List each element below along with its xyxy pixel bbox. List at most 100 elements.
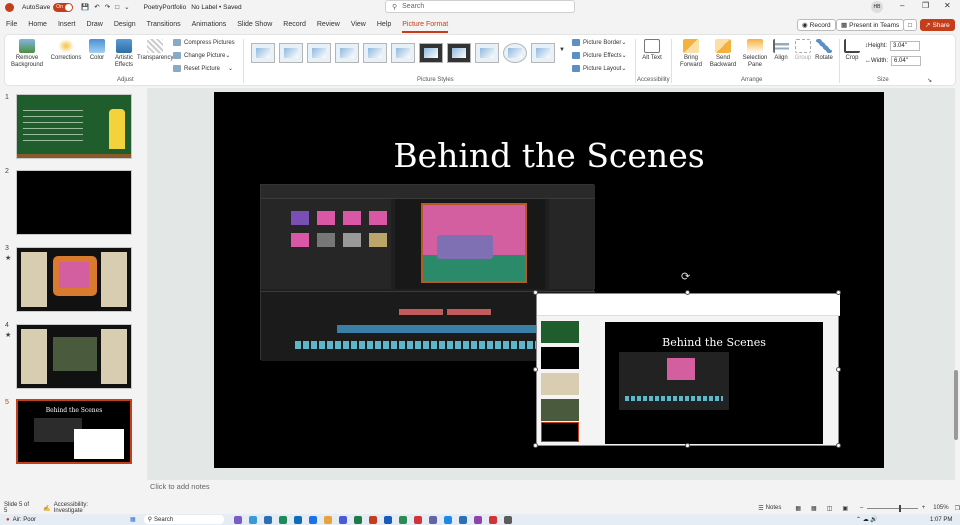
slide-thumbnail-4[interactable] <box>16 324 132 389</box>
taskbar-search[interactable]: ⚲ Search <box>143 515 224 524</box>
rotate-button[interactable]: Rotate <box>813 39 835 62</box>
taskbar-app-icon[interactable] <box>278 515 287 524</box>
picture-style-option[interactable] <box>531 43 555 63</box>
notes-button[interactable]: Notes <box>766 505 782 511</box>
taskbar-app-icon[interactable] <box>398 515 407 524</box>
align-button[interactable]: Align <box>771 39 791 62</box>
picture-style-option[interactable] <box>447 43 471 63</box>
tab-animations[interactable]: Animations <box>192 17 227 33</box>
taskbar-app-icon[interactable] <box>383 515 392 524</box>
search-box[interactable]: ⚲ Search <box>385 0 575 13</box>
crop-button[interactable]: Crop <box>841 39 863 62</box>
zoom-slider[interactable] <box>867 504 918 512</box>
present-in-teams-button[interactable]: ▩ Present in Teams <box>836 19 905 31</box>
taskbar-app-icon[interactable] <box>248 515 257 524</box>
taskbar-app-icon[interactable] <box>323 515 332 524</box>
fit-slide-icon[interactable]: ❐ <box>955 505 960 512</box>
system-tray[interactable]: ⌃ ☁ 🔊 <box>856 516 878 523</box>
tab-insert[interactable]: Insert <box>58 17 76 33</box>
color-button[interactable]: Color <box>85 39 109 62</box>
rotate-handle-icon[interactable]: ⟳ <box>681 270 690 283</box>
sensitivity-label[interactable]: No Label • Saved <box>191 4 241 11</box>
taskbar-app-icon[interactable] <box>263 515 272 524</box>
picture-border-button[interactable]: Picture Border ⌄ <box>572 39 626 46</box>
taskbar-app-icon[interactable] <box>308 515 317 524</box>
tab-design[interactable]: Design <box>114 17 136 33</box>
close-icon[interactable]: ✕ <box>944 1 951 10</box>
slide-thumbnail-1[interactable] <box>16 94 132 159</box>
picture-style-option[interactable] <box>475 43 499 63</box>
picture-style-option[interactable] <box>391 43 415 63</box>
taskbar-app-icon[interactable] <box>233 515 242 524</box>
taskbar-app-icon[interactable] <box>293 515 302 524</box>
picture-style-option[interactable] <box>307 43 331 63</box>
taskbar-app-icon[interactable] <box>443 515 452 524</box>
undo-icon[interactable]: ↶ <box>94 3 99 11</box>
reading-view-icon[interactable]: ◫ <box>827 505 833 512</box>
compress-pictures-button[interactable]: Compress Pictures <box>173 39 235 46</box>
save-icon[interactable]: 💾 <box>81 3 89 11</box>
transparency-button[interactable]: Transparency <box>137 39 173 62</box>
slide-sorter-icon[interactable]: ▦ <box>811 505 817 512</box>
zoom-level[interactable]: 105% <box>933 505 948 511</box>
bring-forward-button[interactable]: Bring Forward <box>675 39 707 69</box>
resize-handle[interactable] <box>685 290 690 295</box>
selection-pane-button[interactable]: Selection Pane <box>741 39 769 69</box>
share-button[interactable]: ↗ Share <box>920 19 955 31</box>
taskbar-app-icon[interactable] <box>503 515 512 524</box>
vertical-scrollbar[interactable] <box>954 370 958 440</box>
slide-thumbnail-2[interactable] <box>16 170 132 235</box>
tab-draw[interactable]: Draw <box>86 17 102 33</box>
change-picture-button[interactable]: Change Picture ⌄ <box>173 52 230 59</box>
picture-style-option[interactable] <box>419 43 443 63</box>
record-button[interactable]: ◉ Record <box>797 19 836 31</box>
size-dialog-launcher[interactable]: ↘ <box>927 77 932 84</box>
taskbar-app-icon[interactable] <box>353 515 362 524</box>
slide-title[interactable]: Behind the Scenes <box>214 136 884 175</box>
taskbar-app-icon[interactable] <box>488 515 497 524</box>
file-name[interactable]: PoetryPortfolio <box>144 4 187 11</box>
tab-transitions[interactable]: Transitions <box>147 17 181 33</box>
taskbar-app-icon[interactable] <box>473 515 482 524</box>
picture-layout-button[interactable]: Picture Layout ⌄ <box>572 65 626 72</box>
picture-style-option[interactable] <box>251 43 275 63</box>
autosave-toggle[interactable]: On <box>53 2 74 12</box>
resize-handle[interactable] <box>533 443 538 448</box>
normal-view-icon[interactable]: ▦ <box>795 505 801 512</box>
slide-thumbnail-3[interactable] <box>16 247 132 312</box>
taskbar-app-icon[interactable] <box>458 515 467 524</box>
taskbar-app-icon[interactable] <box>338 515 347 524</box>
resize-handle[interactable] <box>836 443 841 448</box>
zoom-slider-thumb[interactable] <box>899 504 902 512</box>
tab-picture-format[interactable]: Picture Format <box>402 17 449 33</box>
zoom-out-icon[interactable]: – <box>860 505 863 511</box>
avatar[interactable]: HB <box>871 1 883 13</box>
alt-text-button[interactable]: Alt Text <box>641 39 663 62</box>
picture-style-option[interactable] <box>279 43 303 63</box>
comments-button[interactable]: □ <box>903 19 917 31</box>
start-icon[interactable]: ▦ <box>130 516 136 523</box>
tab-help[interactable]: Help <box>377 17 391 33</box>
zoom-in-icon[interactable]: + <box>922 505 926 511</box>
present-icon[interactable]: □ <box>115 4 119 11</box>
resize-handle[interactable] <box>836 290 841 295</box>
resize-handle[interactable] <box>533 290 538 295</box>
weather-status[interactable]: Air: Poor <box>13 517 36 523</box>
tab-record[interactable]: Record <box>283 17 306 33</box>
picture-style-option[interactable] <box>335 43 359 63</box>
picture-style-option[interactable] <box>363 43 387 63</box>
reset-picture-button[interactable]: Reset Picture ⌄ <box>173 65 233 72</box>
clock[interactable]: 1:07 PM <box>930 517 952 523</box>
picture-effects-button[interactable]: Picture Effects ⌄ <box>572 52 627 59</box>
restore-icon[interactable]: ❐ <box>922 1 929 10</box>
tab-home[interactable]: Home <box>28 17 47 33</box>
customize-qat-icon[interactable]: ⌄ <box>124 3 129 11</box>
resize-handle[interactable] <box>533 367 538 372</box>
tab-view[interactable]: View <box>351 17 366 33</box>
selected-picture[interactable]: Behind the Scenes <box>536 293 840 446</box>
gallery-more-button[interactable]: ▼ <box>559 47 565 53</box>
corrections-button[interactable]: Corrections <box>49 39 83 62</box>
resize-handle[interactable] <box>685 443 690 448</box>
minimize-icon[interactable]: – <box>900 1 904 10</box>
tab-file[interactable]: File <box>6 17 17 33</box>
